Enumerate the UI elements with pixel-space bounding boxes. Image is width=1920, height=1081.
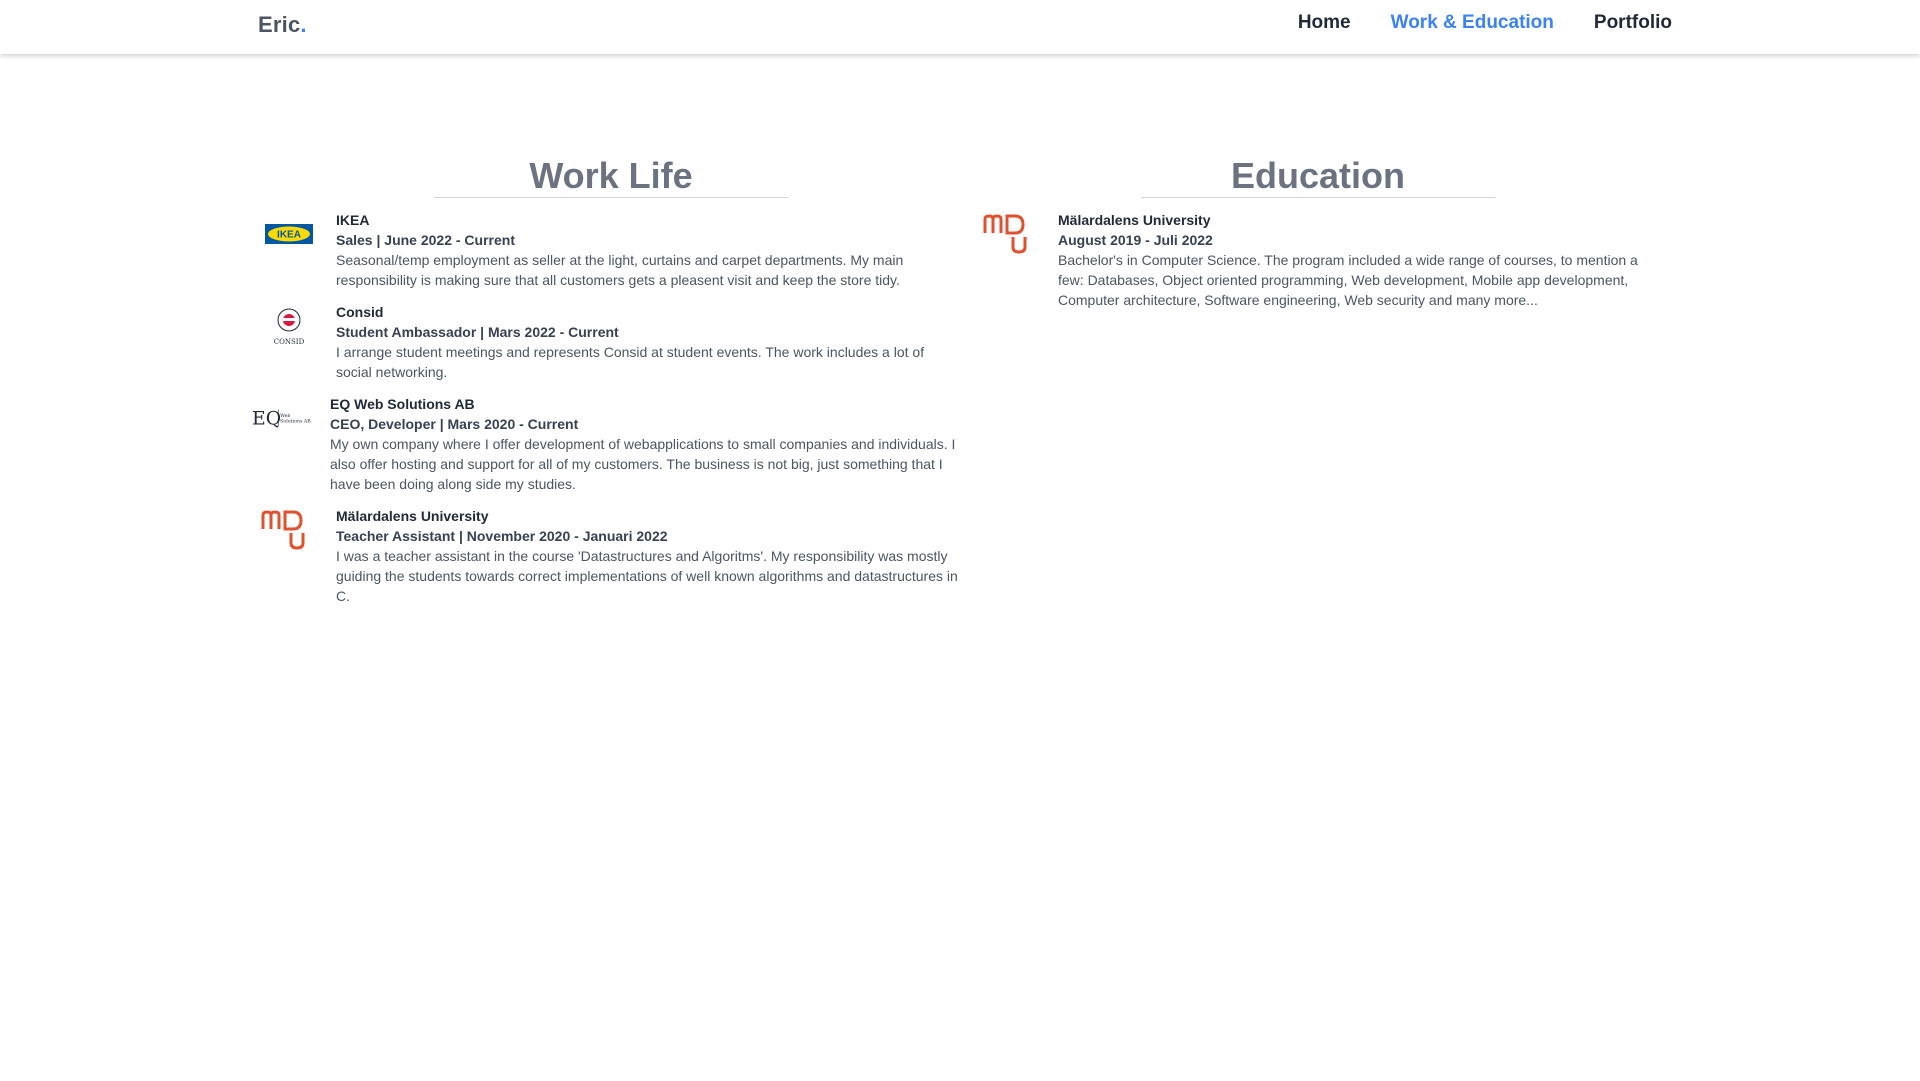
svg-text:EQ: EQ xyxy=(252,409,281,430)
role-dates: Sales | June 2022 - Current xyxy=(336,232,515,248)
company-name: Mälardalens University xyxy=(336,508,489,524)
mdu-logo xyxy=(258,506,320,554)
entry-description: I was a teacher assistant in the course … xyxy=(336,548,958,604)
school-name: Mälardalens University xyxy=(1058,212,1211,228)
education-entry-mdu: Mälardalens University August 2019 - Jul… xyxy=(980,210,1650,310)
role-dates: Teacher Assistant | November 2020 - Janu… xyxy=(336,528,668,544)
svg-text:CONSID: CONSID xyxy=(274,338,305,346)
company-name: Consid xyxy=(336,304,384,320)
entry-description: Seasonal/temp employment as seller at th… xyxy=(336,252,904,288)
brand-dot: . xyxy=(300,12,307,37)
education-list: Mälardalens University August 2019 - Jul… xyxy=(980,210,1650,322)
entry-description: Bachelor's in Computer Science. The prog… xyxy=(1058,252,1638,308)
education-dates: August 2019 - Juli 2022 xyxy=(1058,232,1213,248)
nav-links: Home Work & Education Portfolio xyxy=(1298,12,1672,34)
work-entry-mdu: Mälardalens University Teacher Assistant… xyxy=(258,506,958,606)
eq-web-solutions-logo: EQ Web Solutions AB xyxy=(252,394,314,442)
svg-text:IKEA: IKEA xyxy=(277,230,301,241)
consid-logo: CONSID xyxy=(258,302,320,350)
ikea-logo: IKEA xyxy=(258,210,320,258)
nav-work-education-link[interactable]: Work & Education xyxy=(1391,12,1554,34)
top-navbar: Eric. Home Work & Education Portfolio xyxy=(0,0,1920,54)
nav-portfolio-link[interactable]: Portfolio xyxy=(1594,12,1672,34)
company-name: EQ Web Solutions AB xyxy=(330,396,475,412)
nav-home-link[interactable]: Home xyxy=(1298,12,1351,34)
role-dates: CEO, Developer | Mars 2020 - Current xyxy=(330,416,579,432)
role-dates: Student Ambassador | Mars 2022 - Current xyxy=(336,324,619,340)
education-heading: Education xyxy=(1141,155,1495,198)
brand-name: Eric xyxy=(258,12,301,37)
entry-description: My own company where I offer development… xyxy=(330,436,956,492)
svg-text:Solutions AB: Solutions AB xyxy=(280,419,311,425)
brand-logo[interactable]: Eric. xyxy=(258,12,307,38)
svg-text:Web: Web xyxy=(280,413,290,419)
work-entry-eq-web-solutions: EQ Web Solutions AB EQ Web Solutions AB … xyxy=(252,394,958,494)
entry-description: I arrange student meetings and represent… xyxy=(336,344,925,380)
work-entry-consid: CONSID Consid Student Ambassador | Mars … xyxy=(258,302,958,382)
work-life-heading: Work Life xyxy=(434,155,788,198)
mdu-logo xyxy=(980,210,1042,258)
company-name: IKEA xyxy=(336,212,370,228)
work-list: IKEA IKEA Sales | June 2022 - Current Se… xyxy=(252,210,958,618)
work-entry-ikea: IKEA IKEA Sales | June 2022 - Current Se… xyxy=(258,210,958,290)
